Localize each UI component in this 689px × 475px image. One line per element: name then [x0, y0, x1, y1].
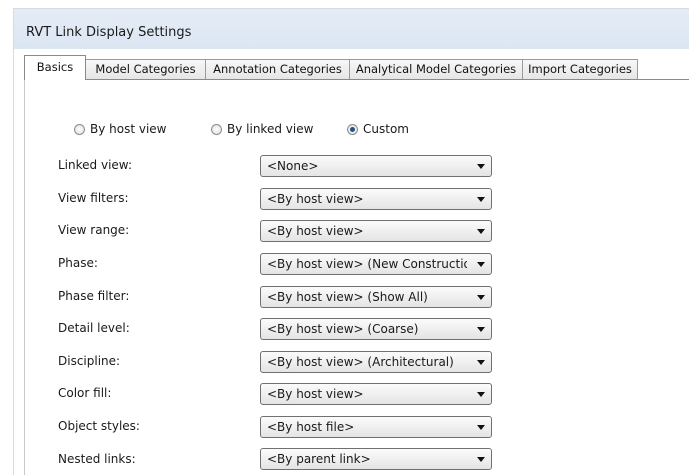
- chevron-down-icon: [477, 229, 485, 234]
- radio-icon: [211, 123, 222, 135]
- label-nested-links: Nested links:: [58, 452, 136, 466]
- discipline-dropdown[interactable]: <By host view> (Architectural): [260, 351, 492, 373]
- chevron-down-icon: [477, 197, 485, 202]
- chevron-down-icon: [477, 262, 485, 267]
- label-linked-view: Linked view:: [58, 158, 132, 172]
- dropdown-value: <By parent link>: [267, 452, 371, 466]
- nested-links-dropdown[interactable]: <By parent link>: [260, 448, 492, 470]
- dropdown-value: <By host view>: [267, 192, 364, 206]
- label-phase: Phase:: [58, 256, 98, 270]
- detail-level-dropdown[interactable]: <By host view> (Coarse): [260, 318, 492, 340]
- chevron-down-icon: [477, 392, 485, 397]
- radio-label: By host view: [90, 122, 167, 136]
- radio-icon: [74, 123, 85, 135]
- dropdown-value: <By host view> (Architectural): [267, 355, 454, 369]
- label-phase-filter: Phase filter:: [58, 289, 130, 303]
- label-view-filters: View filters:: [58, 191, 129, 205]
- dropdown-value: <By host view> (Show All): [267, 290, 428, 304]
- label-object-styles: Object styles:: [58, 419, 140, 433]
- tab-model-categories[interactable]: Model Categories: [85, 59, 206, 79]
- chevron-down-icon: [477, 327, 485, 332]
- radio-label: Custom: [363, 122, 409, 136]
- chevron-down-icon: [477, 360, 485, 365]
- label-color-fill: Color fill:: [58, 386, 112, 400]
- linked-view-dropdown[interactable]: <None>: [260, 155, 492, 177]
- radio-by-host-view[interactable]: By host view: [74, 122, 167, 136]
- radio-label: By linked view: [227, 122, 314, 136]
- color-fill-dropdown[interactable]: <By host view>: [260, 383, 492, 405]
- radio-by-linked-view[interactable]: By linked view: [211, 122, 313, 136]
- dropdown-value: <None>: [267, 159, 319, 173]
- radio-custom[interactable]: Custom: [347, 122, 409, 136]
- tab-import-categories[interactable]: Import Categories: [522, 59, 638, 79]
- label-view-range: View range:: [58, 223, 130, 237]
- dropdown-value: <By host file>: [267, 420, 355, 434]
- tab-analytical-model-categories[interactable]: Analytical Model Categories: [349, 59, 523, 79]
- tab-strip: Basics Model Categories Annotation Categ…: [24, 55, 689, 80]
- phase-dropdown[interactable]: <By host view> (New Construction): [260, 253, 492, 275]
- tab-basics[interactable]: Basics: [24, 55, 86, 80]
- object-styles-dropdown[interactable]: <By host file>: [260, 416, 492, 438]
- chevron-down-icon: [477, 457, 485, 462]
- radio-checked-icon: [347, 123, 358, 135]
- phase-filter-dropdown[interactable]: <By host view> (Show All): [260, 286, 492, 308]
- chevron-down-icon: [477, 164, 485, 169]
- label-discipline: Discipline:: [58, 354, 121, 368]
- window-title: RVT Link Display Settings: [26, 25, 192, 40]
- chevron-down-icon: [477, 295, 485, 300]
- dropdown-value: <By host view> (Coarse): [267, 322, 419, 336]
- label-detail-level: Detail level:: [58, 321, 130, 335]
- dropdown-value: <By host view>: [267, 387, 364, 401]
- view-filters-dropdown[interactable]: <By host view>: [260, 188, 492, 210]
- dropdown-value: <By host view>: [267, 224, 364, 238]
- title-bar: RVT Link Display Settings: [14, 9, 689, 49]
- view-range-dropdown[interactable]: <By host view>: [260, 220, 492, 242]
- chevron-down-icon: [477, 425, 485, 430]
- tab-annotation-categories[interactable]: Annotation Categories: [205, 59, 350, 79]
- dropdown-value: <By host view> (New Construction): [267, 257, 467, 271]
